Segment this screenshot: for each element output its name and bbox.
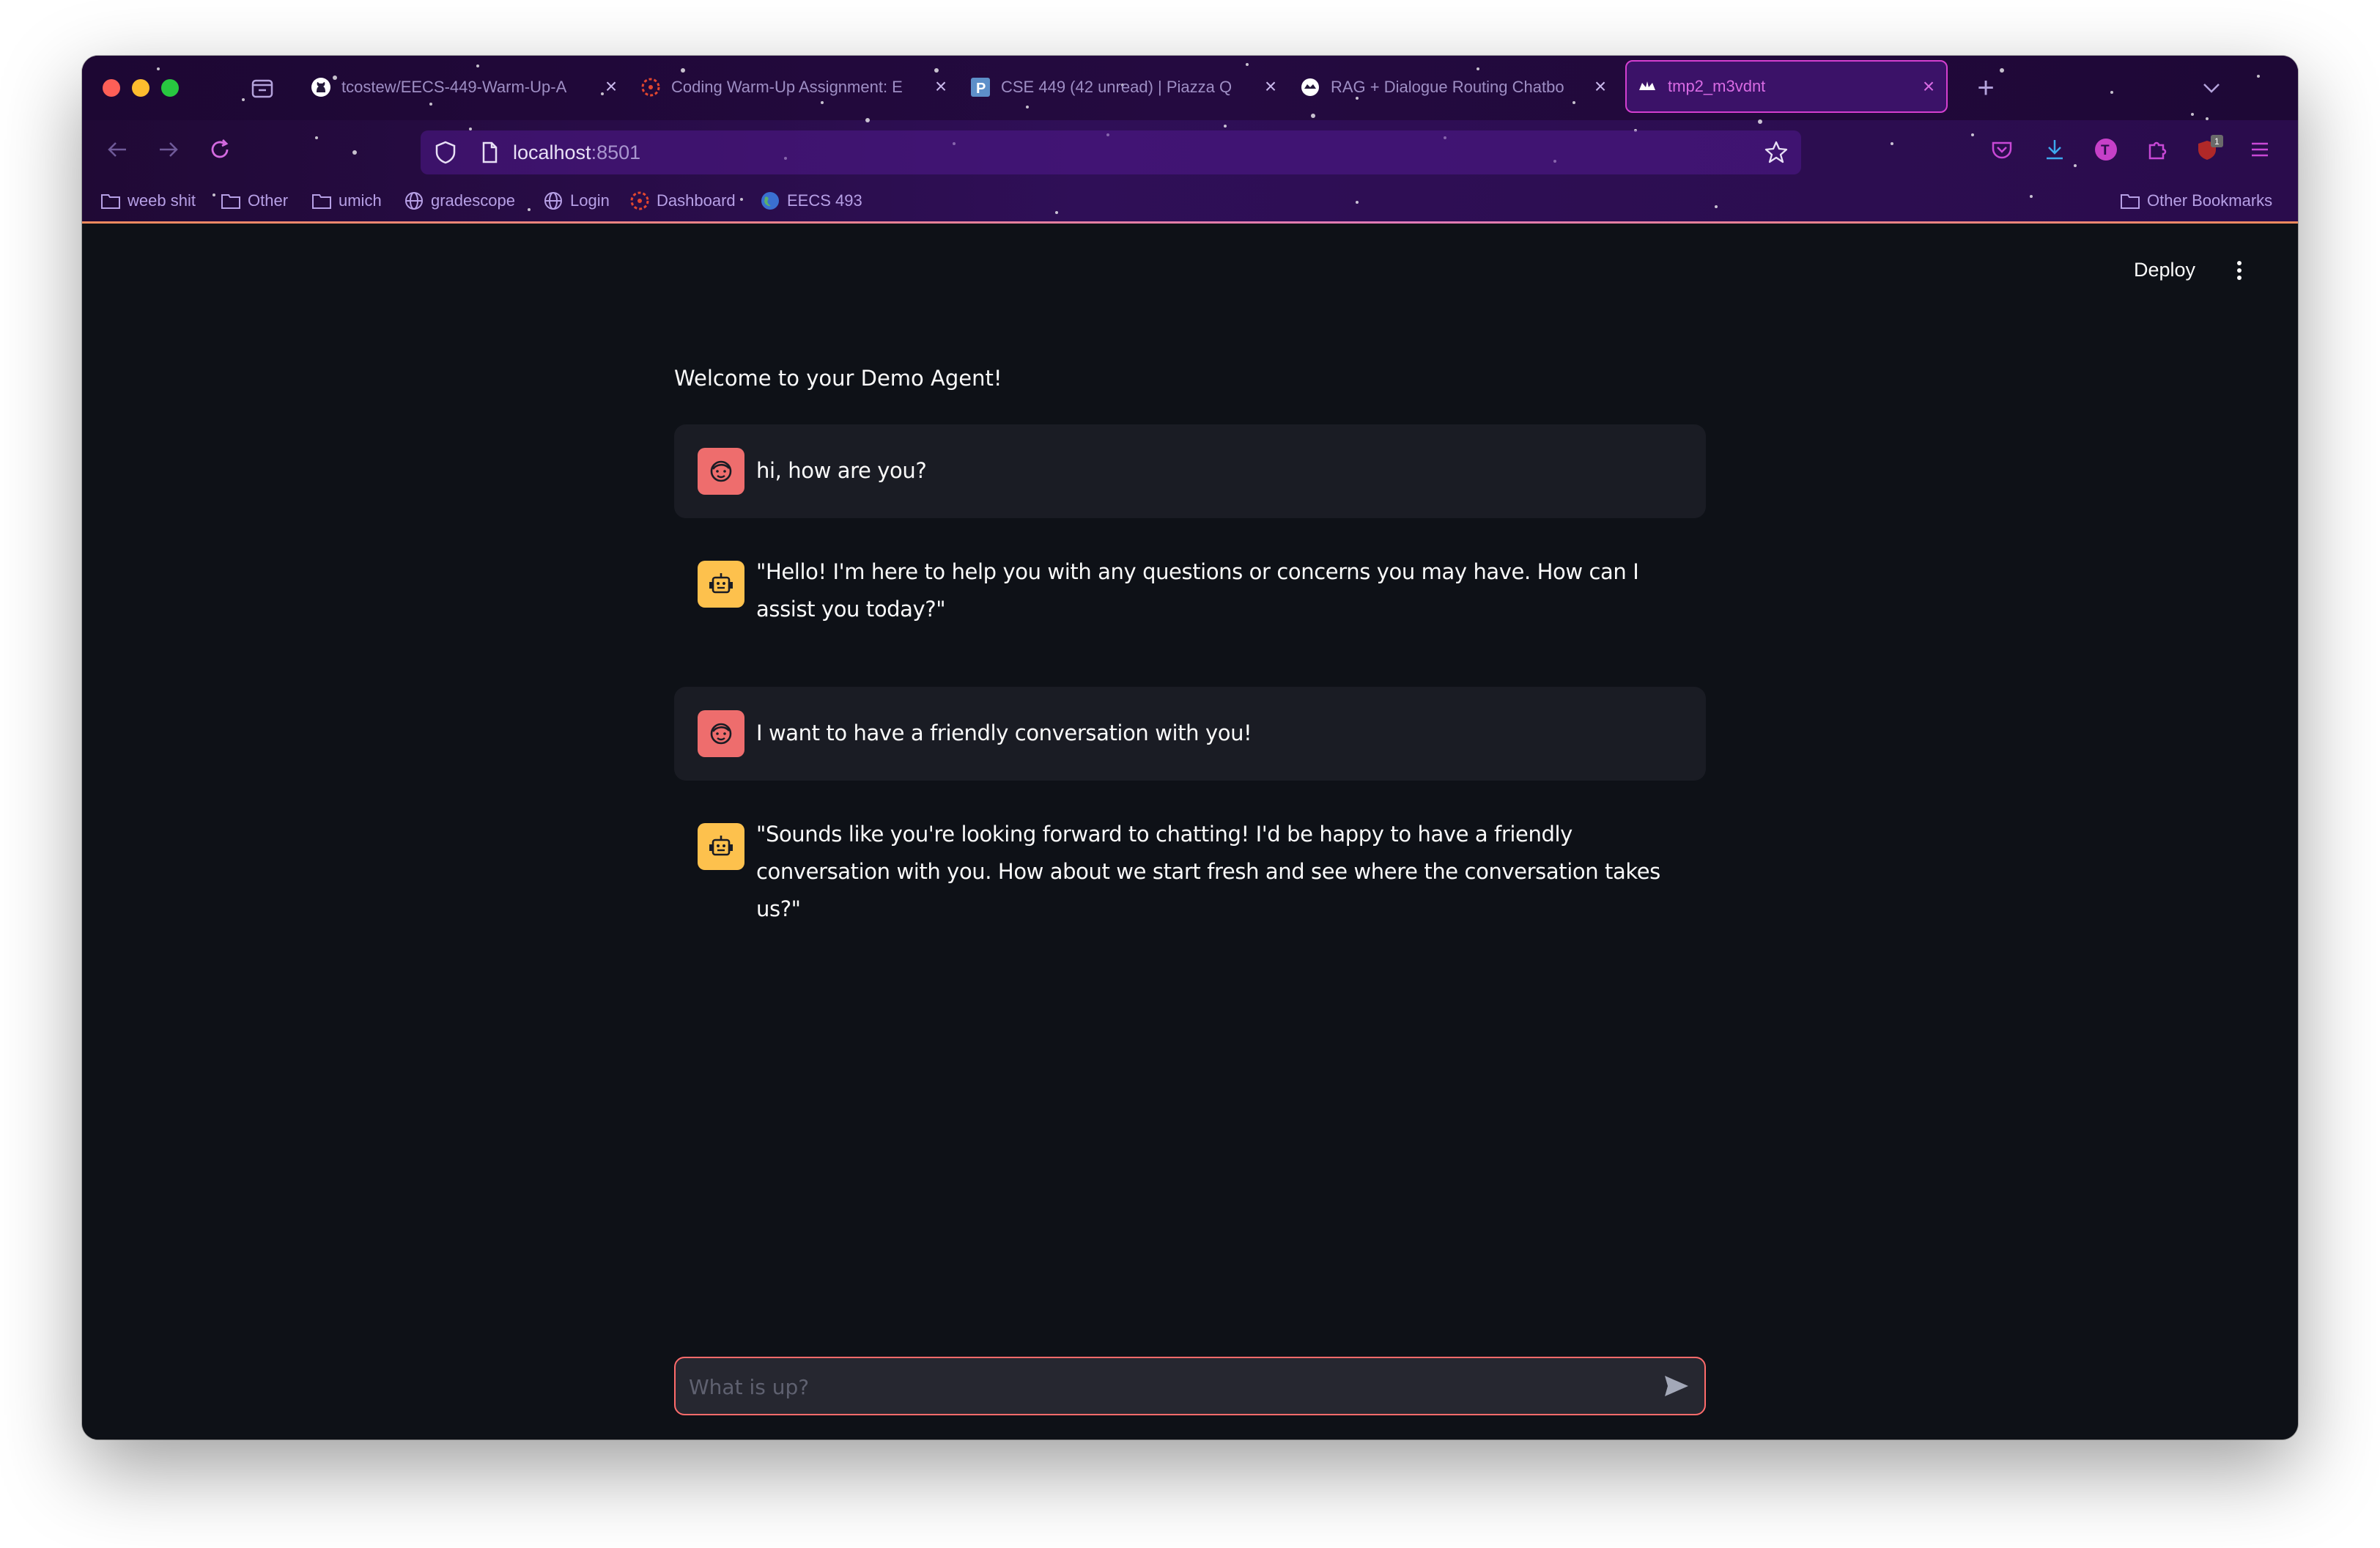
bookmark-label: Login xyxy=(570,191,610,210)
extension-badge: 1 xyxy=(2214,136,2220,147)
streamlit-app: Deploy Welcome to your Demo Agent! hi, h… xyxy=(82,224,2298,1440)
bookmark-other[interactable]: Other xyxy=(220,188,288,214)
tab-manager-icon[interactable] xyxy=(249,75,276,101)
robot-icon xyxy=(709,836,733,856)
bookmark-dashboard[interactable]: Dashboard xyxy=(629,188,736,214)
bookmark-label: gradescope xyxy=(431,191,515,210)
tab-tmp2-active[interactable]: tmp2_m3vdnt × xyxy=(1625,60,1948,113)
message-text: "Sounds like you're looking forward to c… xyxy=(756,822,1660,921)
list-all-tabs-icon[interactable] xyxy=(2198,75,2225,101)
globe-icon xyxy=(403,190,425,212)
message-text: I want to have a friendly conversation w… xyxy=(756,720,1252,745)
chat-message-user: I want to have a friendly conversation w… xyxy=(674,687,1706,781)
github-icon xyxy=(309,75,333,99)
url-host: localhost xyxy=(513,141,591,163)
chat-message-user: hi, how are you? xyxy=(674,424,1706,518)
tab-coding-warmup[interactable]: Coding Warm-Up Assignment: E × xyxy=(639,62,958,113)
chat-input-container xyxy=(674,1357,1706,1415)
bookmark-login[interactable]: Login xyxy=(542,188,610,214)
extensions-puzzle-icon[interactable] xyxy=(2141,133,2173,166)
tab-close-icon[interactable]: × xyxy=(599,75,623,98)
tab-close-icon[interactable]: × xyxy=(1917,75,1940,98)
user-avatar xyxy=(698,710,744,757)
bookmarks-toolbar: weeb shit Other umich gradescope Login D… xyxy=(82,179,2298,221)
svg-text:P: P xyxy=(976,81,986,97)
bookmark-star-icon[interactable] xyxy=(1763,139,1789,169)
tracking-protection-shield-icon[interactable] xyxy=(432,139,459,169)
bookmark-gradescope[interactable]: gradescope xyxy=(403,188,515,214)
bookmark-eecs-493[interactable]: EECS 493 xyxy=(759,188,862,214)
tab-github[interactable]: tcostew/EECS-449-Warm-Up-A × xyxy=(309,62,629,113)
bookmark-other-bookmarks[interactable]: Other Bookmarks xyxy=(2119,188,2272,214)
chat-message-assistant: "Sounds like you're looking forward to c… xyxy=(674,800,1706,929)
url-port: :8501 xyxy=(591,141,641,163)
user-face-icon xyxy=(710,723,732,745)
folder-icon xyxy=(311,190,333,212)
assistant-avatar xyxy=(698,561,744,608)
chat-message-assistant: "Hello! I'm here to help you with any qu… xyxy=(674,537,1706,666)
account-avatar-icon[interactable]: T xyxy=(2090,133,2122,166)
window-minimize-button[interactable] xyxy=(132,79,149,97)
message-text: "Hello! I'm here to help you with any qu… xyxy=(756,559,1639,622)
bookmark-umich[interactable]: umich xyxy=(311,188,382,214)
streamlit-icon xyxy=(1636,75,1659,98)
tab-close-icon[interactable]: × xyxy=(1259,75,1282,98)
tab-title: Coding Warm-Up Assignment: E xyxy=(671,78,903,96)
globe-icon xyxy=(542,190,564,212)
canvas-icon xyxy=(629,190,651,212)
tab-title: tmp2_m3vdnt xyxy=(1668,77,1766,95)
new-tab-button[interactable]: + xyxy=(1971,73,2000,103)
robot-icon xyxy=(709,573,733,594)
user-avatar xyxy=(698,448,744,495)
bookmark-label: Dashboard xyxy=(657,191,736,210)
bookmark-label: Other Bookmarks xyxy=(2147,191,2273,210)
bookmark-label: weeb shit xyxy=(128,191,196,210)
welcome-text: Welcome to your Demo Agent! xyxy=(674,366,1002,391)
page-info-icon[interactable] xyxy=(476,139,503,169)
tab-piazza[interactable]: P CSE 449 (42 unread) | Piazza Q × xyxy=(969,62,1288,113)
tab-close-icon[interactable]: × xyxy=(929,75,953,98)
bookmark-label: umich xyxy=(339,191,382,210)
window-zoom-button[interactable] xyxy=(161,79,179,97)
bookmark-label: EECS 493 xyxy=(787,191,862,210)
folder-icon xyxy=(2119,190,2141,212)
assistant-avatar xyxy=(698,823,744,870)
browser-chrome: tcostew/EECS-449-Warm-Up-A × Coding Warm… xyxy=(82,56,2298,224)
tab-rag-chatbot[interactable]: RAG + Dialogue Routing Chatbo × xyxy=(1298,62,1618,113)
send-arrow-icon xyxy=(1665,1376,1688,1396)
reload-button[interactable] xyxy=(204,133,236,166)
navigation-toolbar: localhost:8501 T 1 xyxy=(82,120,2298,179)
bookmark-weeb-shit[interactable]: weeb shit xyxy=(100,188,196,214)
profile-initial: T xyxy=(2101,143,2110,158)
app-menu-icon[interactable] xyxy=(2244,133,2276,166)
tab-title: tcostew/EECS-449-Warm-Up-A xyxy=(341,78,567,96)
back-button[interactable] xyxy=(101,133,133,166)
tab-title: CSE 449 (42 unread) | Piazza Q xyxy=(1001,78,1232,96)
tab-close-icon[interactable]: × xyxy=(1589,75,1612,98)
send-button[interactable] xyxy=(1660,1370,1693,1402)
window-close-button[interactable] xyxy=(103,79,120,97)
main-menu-kebab-icon[interactable] xyxy=(2231,257,2248,284)
ublock-extension-icon[interactable]: 1 xyxy=(2192,133,2225,166)
piazza-icon: P xyxy=(969,75,992,99)
user-face-icon xyxy=(710,460,732,482)
chat-input[interactable] xyxy=(687,1358,1621,1415)
tab-title: RAG + Dialogue Routing Chatbo xyxy=(1331,78,1564,96)
deploy-button[interactable]: Deploy xyxy=(2134,259,2195,281)
message-text: hi, how are you? xyxy=(756,458,927,483)
url-bar[interactable]: localhost:8501 xyxy=(421,130,1801,174)
downloads-icon[interactable] xyxy=(2039,133,2071,166)
streamlit-icon xyxy=(1298,75,1322,99)
earth-icon xyxy=(759,190,781,212)
folder-icon xyxy=(100,190,122,212)
canvas-icon xyxy=(639,75,662,99)
pocket-icon[interactable] xyxy=(1986,133,2018,166)
browser-window: tcostew/EECS-449-Warm-Up-A × Coding Warm… xyxy=(82,56,2298,1440)
url-text[interactable]: localhost:8501 xyxy=(513,141,640,164)
forward-button[interactable] xyxy=(152,133,185,166)
folder-icon xyxy=(220,190,242,212)
bookmark-label: Other xyxy=(248,191,289,210)
